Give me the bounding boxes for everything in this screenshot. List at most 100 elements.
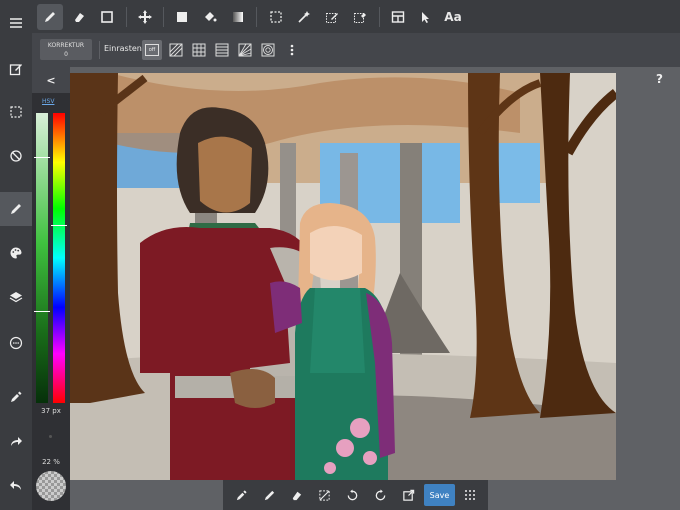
correction-title: KORREKTUR [47, 42, 85, 49]
eyedropper-button[interactable] [3, 384, 29, 410]
more-options-button[interactable] [282, 40, 302, 60]
transform-icon [10, 150, 22, 162]
bucket-tool-button[interactable] [197, 4, 223, 30]
text-tool-button[interactable]: Aa [440, 4, 466, 30]
brush-size-label: 37 px [41, 407, 61, 415]
materials-button[interactable] [3, 330, 29, 356]
brush-settings-bar: KORREKTUR 0 Einrasten off [32, 33, 680, 67]
snap-parallel-button[interactable] [166, 40, 186, 60]
snap-off-button[interactable]: off [142, 40, 162, 60]
rotate-right-button[interactable] [369, 484, 391, 506]
menu-icon [10, 18, 22, 28]
deselect-icon [318, 489, 330, 501]
hue-slider-marker [51, 225, 67, 226]
rotate-right-icon [375, 488, 385, 500]
rotate-left-button[interactable] [341, 484, 363, 506]
color-mode-label[interactable]: HSV [42, 98, 54, 105]
pen-quick-button[interactable] [258, 484, 280, 506]
materials-icon [9, 336, 23, 350]
value-slider-marker [34, 157, 50, 158]
redo-icon [11, 437, 22, 446]
redo-button[interactable] [3, 429, 29, 455]
saturation-marker [34, 311, 50, 312]
palette-icon [10, 247, 22, 259]
panel-icon [391, 11, 405, 23]
pointer-tool-button[interactable] [412, 4, 438, 30]
opacity-label: 22 % [42, 458, 60, 466]
snap-perspective-button[interactable] [235, 40, 255, 60]
rotate-left-icon [347, 488, 357, 500]
transform-button[interactable] [3, 143, 29, 169]
fill-square-icon [177, 12, 187, 22]
snap-horizontal-button[interactable] [212, 40, 232, 60]
share-button[interactable] [397, 484, 419, 506]
undo-icon [10, 481, 21, 490]
perspective-icon [238, 43, 252, 57]
snap-label: Einrasten [104, 44, 142, 53]
help-button[interactable]: ? [656, 72, 663, 86]
layers-icon [9, 292, 23, 303]
undo-button[interactable] [3, 473, 29, 499]
snap-circle-button[interactable] [258, 40, 278, 60]
collapse-panel-button[interactable]: < [32, 67, 70, 93]
open-external-icon [402, 489, 414, 501]
eraser-icon [75, 13, 84, 22]
selection-icon [10, 106, 22, 118]
pen-icon [264, 490, 274, 500]
color-panel: HSV 37 px 22 % [32, 93, 70, 510]
color-swatch[interactable] [36, 471, 66, 501]
correction-button[interactable]: KORREKTUR 0 [40, 39, 92, 60]
save-button[interactable]: Save [424, 484, 455, 506]
eraser-quick-button[interactable] [285, 484, 307, 506]
top-toolbar: Aa [0, 0, 680, 33]
panel-tool-button[interactable] [385, 4, 411, 30]
artwork-image [70, 73, 616, 480]
hue-slider[interactable] [53, 113, 65, 403]
magic-wand-button[interactable] [291, 4, 317, 30]
pen-tool-button[interactable] [37, 4, 63, 30]
selection-button[interactable] [3, 99, 29, 125]
palette-button[interactable] [3, 240, 29, 266]
edit-icon [9, 64, 22, 76]
select-rect-button[interactable] [263, 4, 289, 30]
move-tool-button[interactable] [132, 4, 158, 30]
grid-dots-icon [465, 490, 475, 500]
deselect-button[interactable] [313, 484, 335, 506]
bottom-toolbar: Save [223, 480, 488, 510]
brush-button[interactable] [0, 192, 32, 226]
correction-value: 0 [64, 51, 68, 58]
select-rect-icon [270, 11, 282, 23]
parallel-lines-icon [169, 43, 183, 57]
gradient-tool-button[interactable] [225, 4, 251, 30]
menu-button[interactable] [3, 10, 29, 36]
brush-icon [11, 204, 21, 214]
select-pen-icon [326, 13, 338, 23]
shape-tool-button[interactable] [94, 4, 120, 30]
pointer-icon [422, 12, 429, 23]
magic-wand-icon [298, 11, 310, 23]
select-pen-button[interactable] [319, 4, 345, 30]
grid-menu-button[interactable] [459, 484, 481, 506]
more-vertical-icon [290, 44, 294, 56]
edit-button[interactable] [3, 56, 29, 82]
layers-button[interactable] [3, 284, 29, 310]
concentric-circles-icon [261, 43, 275, 57]
pen-icon [45, 12, 55, 22]
eraser-icon [292, 491, 301, 500]
snap-grid-button[interactable] [189, 40, 209, 60]
eyedropper-icon [236, 489, 247, 500]
select-eraser-button[interactable] [347, 4, 373, 30]
drawing-canvas[interactable] [70, 73, 616, 480]
brush-size-preview [49, 435, 52, 438]
fill-shape-button[interactable] [169, 4, 195, 30]
horizontal-lines-icon [215, 43, 229, 57]
gradient-icon [233, 12, 243, 22]
eyedropper-icon [11, 391, 22, 402]
snap-off-label: off [145, 44, 159, 56]
move-icon [138, 10, 152, 24]
eraser-tool-button[interactable] [66, 4, 92, 30]
grid-icon [192, 43, 206, 57]
select-eraser-icon [354, 13, 366, 23]
eyedropper-quick-button[interactable] [230, 484, 252, 506]
bucket-icon [205, 12, 217, 22]
